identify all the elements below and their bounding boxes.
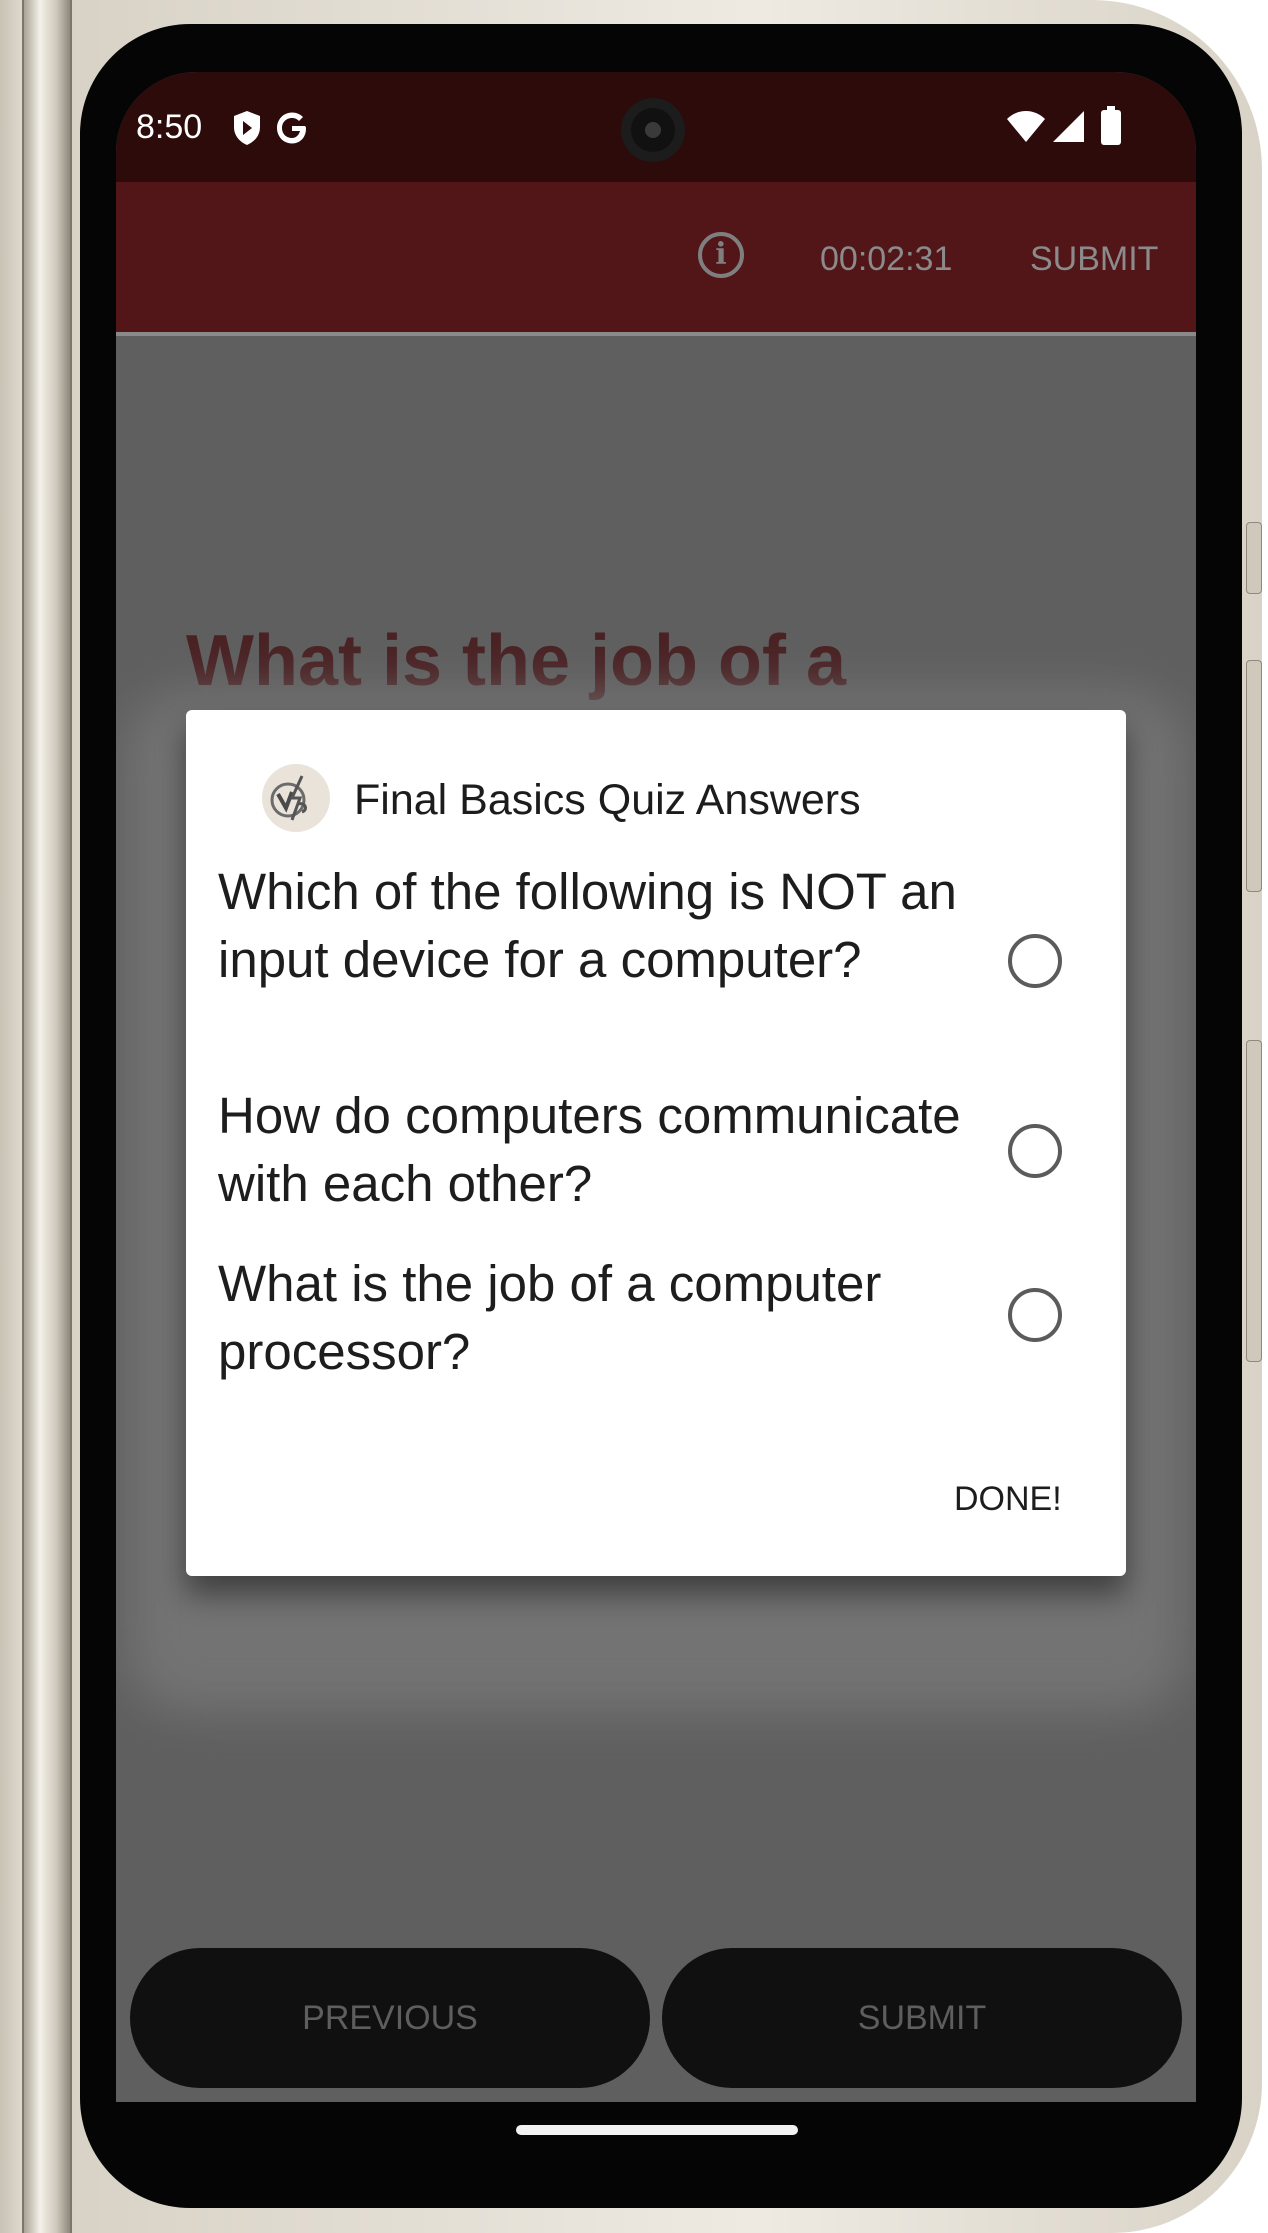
side-key [1246,1040,1262,1362]
status-bar: 8:50 [116,72,1196,182]
wifi-icon [1006,110,1046,149]
battery-icon [1100,106,1122,151]
submit-button-top[interactable]: SUBMIT [1030,240,1158,279]
submit-button-bottom[interactable]: SUBMIT [662,1948,1182,2088]
previous-button-label: PREVIOUS [302,1998,478,2037]
done-button[interactable]: DONE! [954,1480,1062,1519]
list-item[interactable]: Which of the following is NOT an input d… [218,858,1098,1062]
signal-icon [1052,110,1086,149]
list-item-label: Which of the following is NOT an input d… [218,863,957,988]
status-time: 8:50 [136,108,203,146]
previous-button[interactable]: PREVIOUS [130,1948,650,2088]
quiz-timer: 00:02:31 [820,240,953,278]
volume-button [1246,522,1262,594]
device-frame: 8:50 i 00:02:31 SUBMIT What is the job o… [0,0,1262,2233]
shield-icon [232,110,262,151]
device-hinge [22,0,72,2233]
front-camera [621,98,685,162]
radio-button[interactable] [1008,1124,1062,1178]
app-bar: i 00:02:31 SUBMIT [116,182,1196,336]
gesture-bar[interactable] [516,2125,798,2135]
dialog-title: Final Basics Quiz Answers [354,776,861,824]
radio-button[interactable] [1008,934,1062,988]
question-title: What is the job of a [186,621,846,701]
submit-button-label: SUBMIT [857,1998,987,2037]
list-item[interactable]: How do computers communicate with each o… [218,1082,1098,1218]
answers-dialog: Final Basics Quiz Answers Which of the f… [186,710,1126,1576]
list-item-label: What is the job of a computer processor? [218,1255,882,1380]
radio-button[interactable] [1008,1288,1062,1342]
screen: 8:50 i 00:02:31 SUBMIT What is the job o… [116,72,1196,2102]
list-item[interactable]: What is the job of a computer processor? [218,1250,1098,1386]
list-item-label: How do computers communicate with each o… [218,1087,961,1212]
power-button [1246,660,1262,892]
info-icon[interactable]: i [698,232,744,278]
app-logo-icon [262,764,330,832]
google-icon [274,110,310,151]
